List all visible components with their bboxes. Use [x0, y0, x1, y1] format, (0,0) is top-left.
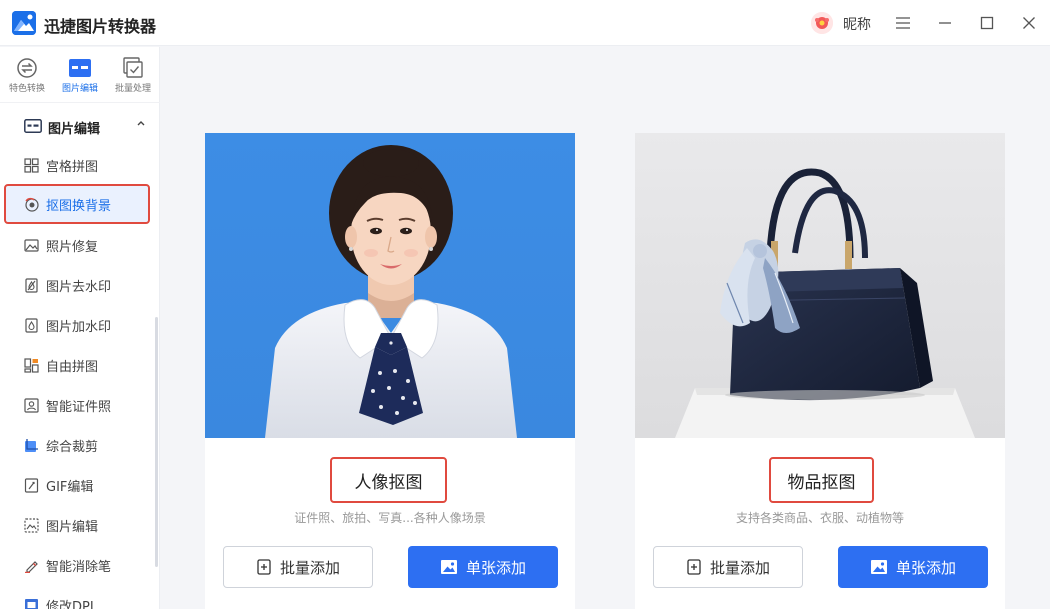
- sidebar-item-gif-edit[interactable]: GIF编辑: [4, 465, 150, 505]
- photo-repair-icon: [24, 239, 39, 252]
- free-collage-icon: [24, 358, 39, 373]
- remove-watermark-icon: [25, 278, 38, 293]
- add-file-icon: [256, 559, 272, 575]
- eraser-pen-icon: [25, 561, 38, 573]
- image-icon: [870, 559, 888, 575]
- nav-tab-label: 图片编辑: [61, 84, 98, 94]
- top-nav: 特色转换 图片编辑 批量处理: [0, 47, 160, 103]
- sidebar-item-label: 智能消除笔: [46, 560, 112, 575]
- sidebar-item-label: 抠图换背景: [46, 199, 112, 214]
- chevron-up-icon[interactable]: [136, 119, 146, 127]
- sidebar-item-label: 修改DPI: [46, 600, 94, 609]
- image-icon: [440, 559, 458, 575]
- maximize-icon[interactable]: [976, 12, 998, 34]
- sidebar-item-label: 综合裁剪: [46, 440, 99, 455]
- sidebar-item-free-collage[interactable]: 自由拼图: [4, 345, 150, 385]
- id-photo-icon: [24, 398, 39, 413]
- sidebar-item-label: 图片加水印: [46, 320, 112, 335]
- single-add-label: 单张添加: [465, 558, 526, 577]
- nav-tab-special-convert[interactable]: 特色转换: [1, 53, 53, 101]
- add-watermark-icon: [25, 318, 38, 333]
- crop-icon: [25, 439, 38, 452]
- object-cutout-card: 物品抠图 支持各类商品、衣服、动植物等 批量添加 单张添加: [635, 133, 1005, 609]
- sidebar-item-cutout-background[interactable]: 抠图换背景: [4, 184, 150, 224]
- single-add-label: 单张添加: [895, 558, 956, 577]
- app-title: 迅捷图片转换器: [44, 17, 157, 36]
- batch-add-label: 批量添加: [279, 558, 340, 577]
- sidebar-item-grid-collage[interactable]: 宫格拼图: [4, 145, 150, 185]
- single-add-button[interactable]: 单张添加: [838, 546, 988, 588]
- title-bar: 迅捷图片转换器 昵称: [0, 0, 1050, 46]
- portrait-cutout-title-box: 人像抠图: [330, 457, 447, 503]
- nickname-label[interactable]: 昵称: [843, 14, 871, 34]
- nav-tab-image-edit[interactable]: 图片编辑: [54, 53, 106, 101]
- single-add-button[interactable]: 单张添加: [408, 546, 558, 588]
- grid-icon: [24, 158, 39, 173]
- object-cutout-title-box: 物品抠图: [769, 457, 874, 503]
- sidebar-item-id-photo[interactable]: 智能证件照: [4, 385, 150, 425]
- batch-add-label: 批量添加: [709, 558, 770, 577]
- batch-add-button[interactable]: 批量添加: [223, 546, 373, 588]
- image-edit-icon: [69, 59, 91, 77]
- sidebar-item-photo-repair[interactable]: 照片修复: [4, 225, 150, 265]
- gif-icon: [24, 478, 39, 493]
- card-description: 支持各类商品、衣服、动植物等: [735, 511, 904, 525]
- sidebar-item-add-watermark[interactable]: 图片加水印: [4, 305, 150, 345]
- app-logo-icon: [12, 11, 36, 35]
- minimize-icon[interactable]: [934, 12, 956, 34]
- cutout-icon: [25, 197, 39, 212]
- card-title: 物品抠图: [787, 472, 856, 493]
- sidebar-item-label: 照片修复: [46, 240, 99, 255]
- sidebar-item-eraser-pen[interactable]: 智能消除笔: [4, 545, 150, 585]
- nav-tab-batch[interactable]: 批量处理: [107, 53, 159, 101]
- dpi-icon: [25, 599, 38, 609]
- sidebar-item-image-edit[interactable]: 图片编辑: [4, 505, 150, 545]
- sidebar-item-label: 宫格拼图: [46, 160, 99, 175]
- convert-icon: [17, 58, 37, 78]
- card-description: 证件照、旅拍、写真...各种人像场景: [294, 511, 486, 525]
- sidebar: 特色转换 图片编辑 批量处理 图片编辑 宫格拼图 抠图换背景 照片修复 图片去水…: [0, 47, 160, 609]
- portrait-sample-image: [205, 133, 575, 438]
- sidebar-item-remove-watermark[interactable]: 图片去水印: [4, 265, 150, 305]
- section-title: 图片编辑: [48, 122, 101, 137]
- portrait-cutout-card: 人像抠图 证件照、旅拍、写真...各种人像场景 批量添加 单张添加: [205, 133, 575, 609]
- sidebar-item-change-dpi[interactable]: 修改DPI: [4, 585, 150, 609]
- image-edit-icon: [24, 119, 42, 133]
- add-file-icon: [686, 559, 702, 575]
- batch-add-button[interactable]: 批量添加: [653, 546, 803, 588]
- sidebar-item-label: 智能证件照: [46, 400, 112, 415]
- batch-icon: [123, 57, 143, 78]
- close-icon[interactable]: [1018, 12, 1040, 34]
- sidebar-item-label: GIF编辑: [46, 480, 94, 495]
- sidebar-item-label: 自由拼图: [46, 360, 99, 375]
- sidebar-item-crop[interactable]: 综合裁剪: [4, 425, 150, 465]
- sidebar-item-label: 图片编辑: [46, 520, 99, 535]
- card-title: 人像抠图: [354, 472, 423, 493]
- nav-tab-label: 批量处理: [114, 84, 151, 94]
- nav-tab-label: 特色转换: [8, 84, 45, 94]
- handbag-sample-image: [635, 133, 1005, 438]
- sidebar-item-label: 图片去水印: [46, 280, 112, 295]
- section-header-image-edit[interactable]: 图片编辑: [0, 109, 160, 143]
- menu-icon[interactable]: [892, 12, 914, 34]
- user-avatar[interactable]: [811, 12, 833, 34]
- sidebar-scrollbar[interactable]: [155, 317, 158, 567]
- image-edit-icon: [24, 518, 39, 533]
